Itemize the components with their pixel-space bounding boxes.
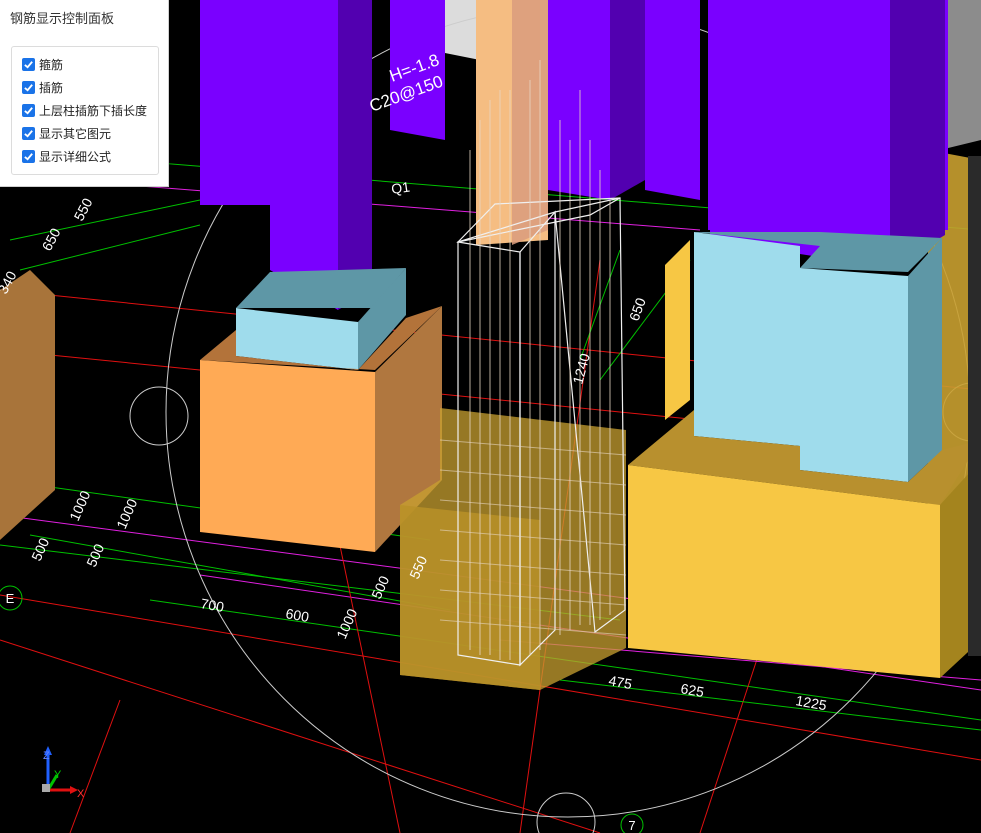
check-icon bbox=[24, 152, 33, 161]
option-label: 显示详细公式 bbox=[39, 149, 112, 164]
beam-label: Q1 bbox=[390, 178, 411, 196]
panel-title: 钢筋显示控制面板 bbox=[10, 11, 115, 26]
option-dowel[interactable]: 插筋 bbox=[22, 78, 63, 96]
grid-label-e: E bbox=[6, 591, 15, 606]
check-icon bbox=[24, 83, 33, 92]
checkbox-dowel[interactable] bbox=[22, 80, 35, 94]
check-icon bbox=[24, 129, 33, 138]
option-show-other-elements[interactable]: 显示其它图元 bbox=[22, 124, 111, 142]
axis-y-label: Y bbox=[54, 769, 62, 781]
rebar-display-control-panel: 钢筋显示控制面板 箍筋 插筋 上层柱插筋下插长度 显示其它图元 显示详细公式 bbox=[0, 0, 169, 187]
option-label: 显示其它图元 bbox=[39, 126, 112, 141]
option-label: 上层柱插筋下插长度 bbox=[39, 103, 148, 118]
check-icon bbox=[24, 60, 33, 69]
right-side-strip bbox=[968, 156, 981, 656]
options-group: 箍筋 插筋 上层柱插筋下插长度 显示其它图元 显示详细公式 bbox=[11, 46, 159, 175]
option-label: 插筋 bbox=[39, 80, 64, 95]
option-label: 箍筋 bbox=[39, 57, 64, 72]
checkbox-stirrup[interactable] bbox=[22, 57, 35, 71]
axis-x-label: X bbox=[77, 788, 85, 800]
grid-label-7: 7 bbox=[628, 818, 635, 833]
option-stirrup[interactable]: 箍筋 bbox=[22, 55, 63, 73]
option-show-detailed-formula[interactable]: 显示详细公式 bbox=[22, 147, 111, 165]
checkbox-show-detailed-formula[interactable] bbox=[22, 149, 35, 163]
option-upper-dowel-length[interactable]: 上层柱插筋下插长度 bbox=[22, 101, 147, 119]
checkbox-upper-dowel-length[interactable] bbox=[22, 103, 35, 117]
checkbox-show-other-elements[interactable] bbox=[22, 126, 35, 140]
check-icon bbox=[24, 106, 33, 115]
axis-z-label: Z bbox=[43, 750, 50, 762]
